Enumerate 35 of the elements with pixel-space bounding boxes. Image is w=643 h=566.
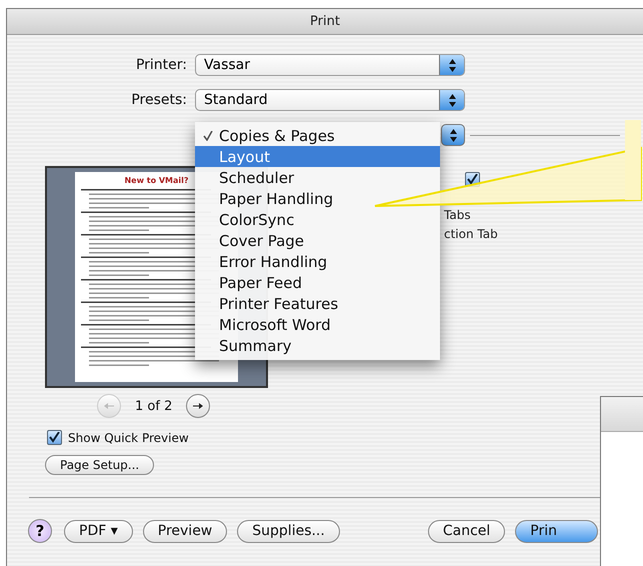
footer-button[interactable]: Supplies... <box>237 520 340 542</box>
default-button[interactable]: Prin <box>515 520 598 542</box>
menu-item[interactable]: Cover Page <box>195 230 440 251</box>
menu-item[interactable]: Paper Feed <box>195 272 440 293</box>
menu-item[interactable]: ColorSync <box>195 209 440 230</box>
help-button[interactable]: ? <box>28 519 52 543</box>
window-title: Print <box>7 9 643 35</box>
page-setup-button[interactable]: Page Setup... <box>45 455 154 475</box>
panel-popup-stepper[interactable] <box>441 124 465 146</box>
quick-preview-label: Show Quick Preview <box>68 430 189 444</box>
quick-preview-checkbox[interactable] <box>47 430 62 445</box>
up-down-arrows-icon <box>448 58 456 72</box>
right-arrow-icon <box>193 403 204 409</box>
left-arrow-icon <box>104 403 114 409</box>
printer-popup[interactable]: Vassar <box>195 54 465 76</box>
menu-item[interactable]: Summary <box>195 335 440 356</box>
menu-item[interactable]: Layout <box>195 146 440 167</box>
radio-label: ction Tab <box>444 227 498 241</box>
checkmark-icon <box>203 130 213 140</box>
up-down-arrows-icon <box>448 94 456 106</box>
menu-item[interactable]: Copies & Pages <box>195 125 440 146</box>
presets-popup[interactable]: Standard <box>195 89 465 111</box>
menu-item[interactable]: Printer Features <box>195 293 440 314</box>
next-page-button[interactable] <box>186 394 210 418</box>
menu-item[interactable]: Scheduler <box>195 167 440 188</box>
up-down-arrows-icon <box>450 128 456 142</box>
radio-label: Tabs <box>444 208 472 222</box>
printer-label: Printer: <box>134 57 188 73</box>
menu-item[interactable]: Microsoft Word <box>195 314 440 335</box>
footer-button[interactable]: PDF ▾ <box>64 520 133 542</box>
menu-item[interactable]: Error Handling <box>195 251 440 272</box>
page-count: 1 of 2 <box>135 398 172 414</box>
presets-label: Presets: <box>130 92 188 108</box>
footer-button[interactable]: Preview <box>142 520 228 542</box>
footer-button[interactable]: Cancel <box>428 520 506 542</box>
